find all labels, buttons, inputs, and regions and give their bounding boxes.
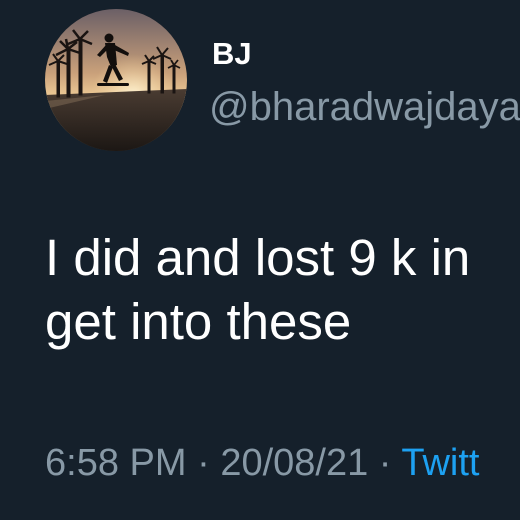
tweet-date[interactable]: 20/08/21: [220, 442, 368, 484]
tweet-card: BJ @bharadwajdaya I did and lost 9 k in …: [0, 0, 520, 520]
tweet-text-line: get into these: [45, 293, 352, 350]
display-name[interactable]: BJ: [212, 38, 252, 69]
avatar-image: [45, 9, 187, 151]
meta-separator: ·: [186, 442, 221, 484]
tweet-time[interactable]: 6:58 PM: [45, 442, 187, 484]
tweet-meta: 6:58 PM · 20/08/21 · Twitt: [45, 444, 479, 482]
avatar[interactable]: [45, 9, 187, 151]
tweet-text: I did and lost 9 k in get into these: [45, 226, 470, 354]
tweet-text-line: I did and lost 9 k in: [45, 229, 471, 286]
user-handle[interactable]: @bharadwajdaya: [209, 87, 520, 127]
tweet-source-link[interactable]: Twitt: [401, 442, 479, 484]
meta-separator: ·: [368, 442, 402, 484]
